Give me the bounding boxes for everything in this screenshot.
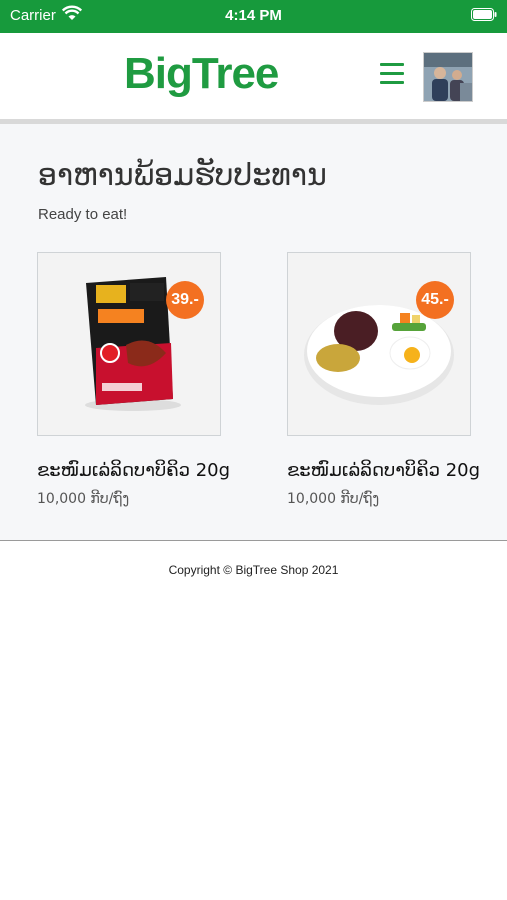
app-header: BigTree (0, 33, 507, 124)
battery-icon (471, 8, 497, 21)
product-name[interactable]: ຂະໜົມເລ່ລິດບາບິຄິວ 20g (37, 460, 230, 481)
hamburger-icon[interactable] (380, 63, 404, 85)
main-content: ອາຫານພ້ອມຮັບປະທານ Ready to eat! 39.- ຂະໜ… (0, 124, 507, 541)
footer-copyright: Copyright © BigTree Shop 2021 (168, 563, 339, 577)
price-badge: 39.- (166, 281, 204, 319)
snack-package-image[interactable]: 39.- (37, 252, 221, 436)
bigtree-logo[interactable]: BigTree (124, 49, 279, 99)
page-subtitle: Ready to eat! (38, 206, 128, 223)
status-bar: Carrier 4:14 PM (0, 0, 507, 33)
product-price: 10,000 ກີບ/ຖົງ (37, 491, 130, 507)
user-avatar[interactable] (423, 52, 473, 102)
price-badge: 45.- (416, 281, 454, 319)
clock: 4:14 PM (225, 7, 282, 24)
page-title: ອາຫານພ້ອມຮັບປະທານ (38, 158, 327, 193)
product-price: 10,000 ກີບ/ຖົງ (287, 491, 380, 507)
rice-plate-image[interactable]: 45.- (287, 252, 471, 436)
product-card[interactable]: 39.- ຂະໜົມເລ່ລິດບາບິຄິວ 20g 10,000 ກີບ/ຖ… (37, 252, 230, 507)
product-card[interactable]: 45.- ຂະໜົມເລ່ລິດບາບິຄິວ 20g 10,000 ກີບ/ຖ… (287, 252, 480, 507)
product-name[interactable]: ຂະໜົມເລ່ລິດບາບິຄິວ 20g (287, 460, 480, 481)
